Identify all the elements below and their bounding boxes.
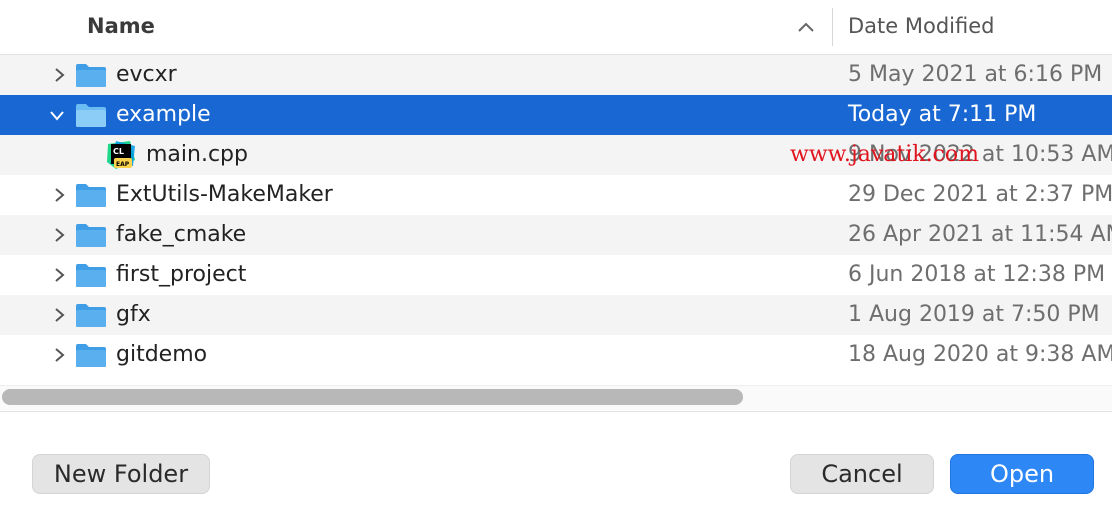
chevron-right-icon[interactable]: [50, 186, 68, 204]
cancel-button[interactable]: Cancel: [790, 454, 934, 494]
folder-icon: [76, 344, 106, 367]
name-column-header[interactable]: Name: [87, 14, 155, 38]
chevron-right-icon[interactable]: [50, 66, 68, 84]
chevron-right-icon[interactable]: [50, 346, 68, 364]
file-date: 1 Aug 2019 at 7:50 PM: [848, 302, 1100, 327]
column-header: Name Date Modified: [0, 0, 1112, 55]
folder-row-evcxr[interactable]: evcxr 5 May 2021 at 6:16 PM: [0, 55, 1112, 95]
file-name: main.cpp: [146, 142, 248, 167]
chevron-right-icon[interactable]: [50, 266, 68, 284]
chevron-right-icon[interactable]: [50, 306, 68, 324]
file-list: evcxr 5 May 2021 at 6:16 PM example Toda…: [0, 55, 1112, 377]
file-name: first_project: [116, 262, 247, 287]
file-name: ExtUtils-MakeMaker: [116, 182, 333, 207]
folder-row-gitdemo[interactable]: gitdemo 18 Aug 2020 at 9:38 AM: [0, 335, 1112, 375]
file-date: 5 May 2021 at 6:16 PM: [848, 62, 1103, 87]
file-name: fake_cmake: [116, 222, 247, 247]
folder-row-gfx[interactable]: gfx 1 Aug 2019 at 7:50 PM: [0, 295, 1112, 335]
chevron-up-icon[interactable]: [796, 18, 816, 36]
date-modified-column-header[interactable]: Date Modified: [848, 14, 994, 38]
column-separator[interactable]: [832, 8, 833, 46]
file-name: gfx: [116, 302, 151, 327]
chevron-down-icon[interactable]: [48, 106, 66, 124]
folder-icon: [76, 304, 106, 327]
file-name: evcxr: [116, 62, 177, 87]
new-folder-button[interactable]: New Folder: [32, 454, 210, 494]
clion-logo-text: CL: [113, 147, 124, 156]
footer-divider: [0, 411, 1112, 412]
folder-icon: [76, 224, 106, 247]
open-button[interactable]: Open: [950, 454, 1094, 494]
file-name: example: [116, 102, 211, 127]
folder-row-first-project[interactable]: first_project 6 Jun 2018 at 12:38 PM: [0, 255, 1112, 295]
folder-row-example[interactable]: example Today at 7:11 PM: [0, 95, 1112, 135]
folder-row-extutils-makemaker[interactable]: ExtUtils-MakeMaker 29 Dec 2021 at 2:37 P…: [0, 175, 1112, 215]
file-name: gitdemo: [116, 342, 208, 367]
file-date: Today at 7:11 PM: [848, 102, 1037, 127]
horizontal-scrollbar-thumb[interactable]: [2, 389, 743, 405]
folder-row-fake-cmake[interactable]: fake_cmake 26 Apr 2021 at 11:54 AM: [0, 215, 1112, 255]
folder-icon: [76, 264, 106, 287]
file-date: 18 Aug 2020 at 9:38 AM: [848, 342, 1112, 367]
folder-icon: [76, 104, 106, 127]
folder-icon: [76, 184, 106, 207]
file-date: 26 Apr 2021 at 11:54 AM: [848, 222, 1112, 247]
watermark-text: www.javatik.com: [790, 142, 979, 167]
file-date: 6 Jun 2018 at 12:38 PM: [848, 262, 1106, 287]
file-date: 29 Dec 2021 at 2:37 PM: [848, 182, 1112, 207]
clion-file-icon: CL EAP: [107, 141, 135, 169]
chevron-right-icon[interactable]: [50, 226, 68, 244]
folder-icon: [76, 64, 106, 87]
eap-badge-text: EAP: [116, 161, 130, 168]
